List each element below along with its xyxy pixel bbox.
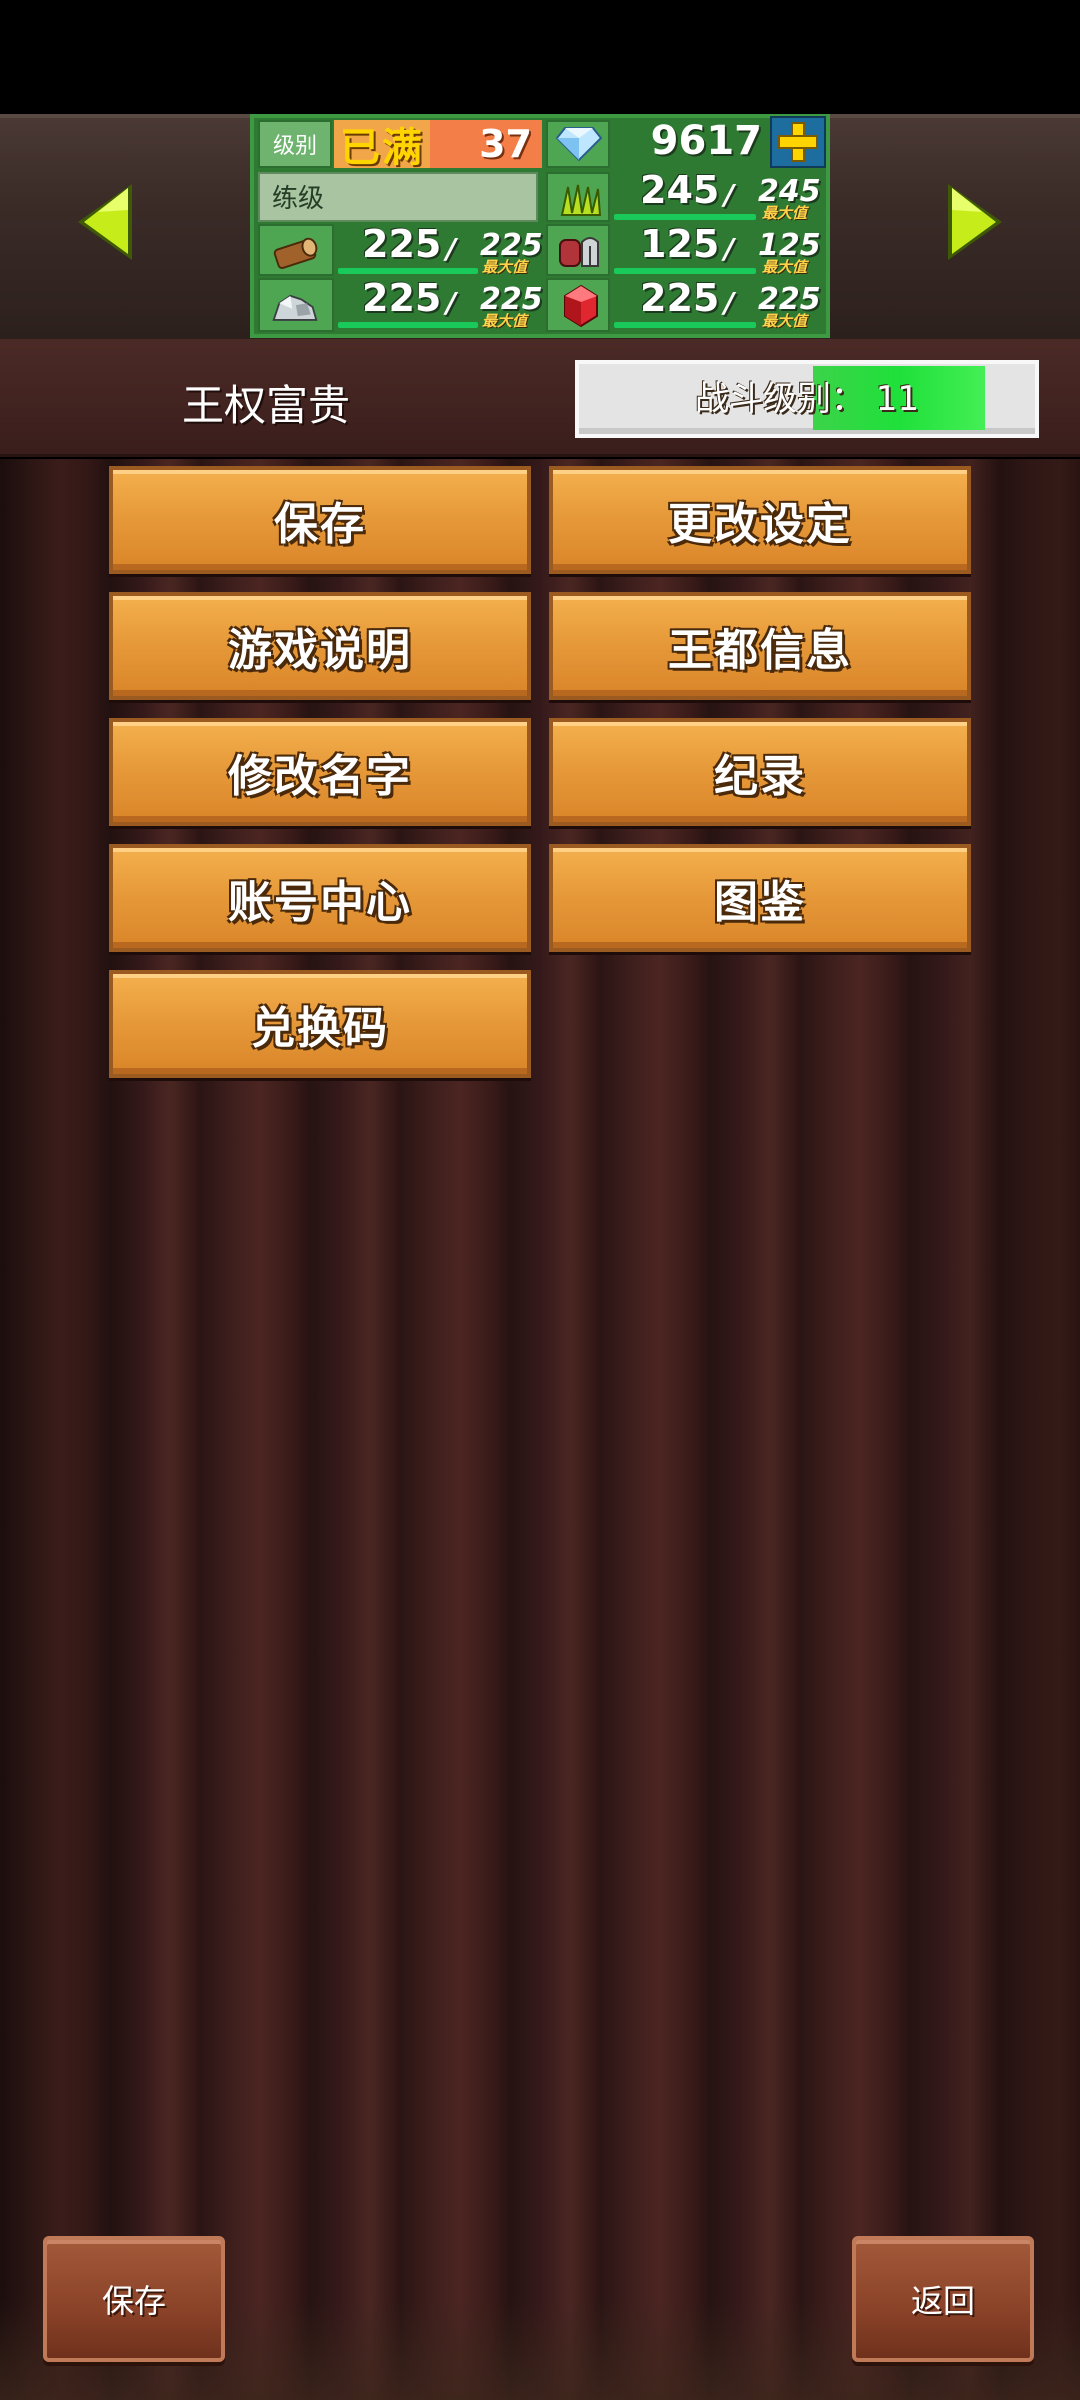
status-bar [0,0,1080,114]
gem-count: 9617 [650,118,762,164]
footer-save-button[interactable]: 保存 [43,2236,225,2362]
grass-icon [556,182,606,218]
grass-bar [614,214,756,220]
crystal-value: 225 [640,276,720,320]
diamond-icon [554,126,604,162]
wood-cell [258,224,334,276]
red-gem-icon [556,284,606,328]
grass-cell [546,172,610,222]
crystal-slash: / [724,286,735,319]
stone-max-label: 最大值 [482,312,528,330]
crystal-bar [614,322,756,328]
rename-button[interactable]: 修改名字 [109,718,531,826]
plus-icon [778,122,818,162]
level-maxed-badge: 已满 [334,120,430,171]
food-bar [614,268,756,274]
records-button[interactable]: 纪录 [549,718,971,826]
wood-value: 225 [362,222,442,266]
encyclopedia-button[interactable]: 图鉴 [549,844,971,952]
gem-cell [546,120,610,168]
stone-bar [338,322,478,328]
crystal-cell [546,278,610,332]
wood-max-label: 最大值 [482,258,528,276]
save-button[interactable]: 保存 [109,466,531,574]
wood-slash: / [446,232,457,265]
kingdom-name: 王权富贵 [182,381,351,430]
capital-info-button[interactable]: 王都信息 [549,592,971,700]
training-label: 练级 [258,172,538,222]
account-center-button[interactable]: 账号中心 [109,844,531,952]
food-slash: / [724,232,735,265]
stone-value: 225 [362,276,442,320]
food-cell [546,224,610,276]
game-help-button[interactable]: 游戏说明 [109,592,531,700]
ore-icon [270,288,320,324]
stone-cell [258,278,334,332]
crystal-max-label: 最大值 [762,312,808,330]
change-settings-button[interactable]: 更改设定 [549,466,971,574]
wood-bar [338,268,478,274]
meat-icon [556,234,606,270]
previous-arrow-icon[interactable] [74,180,136,264]
wood-log-icon [270,234,320,270]
food-value: 125 [640,222,720,266]
grass-slash: / [724,178,735,211]
grass-max-label: 最大值 [762,204,808,222]
food-max-label: 最大值 [762,258,808,276]
battle-level-box: 战斗级别： 11 [575,360,1039,438]
redeem-code-button[interactable]: 兑换码 [109,970,531,1078]
level-label: 级别 [258,120,332,168]
level-value: 37 [430,120,542,168]
grass-value: 245 [640,168,720,212]
stone-slash: / [446,286,457,319]
add-gems-button[interactable] [770,116,826,168]
next-arrow-icon[interactable] [944,180,1006,264]
battle-level-text: 战斗级别： 11 [694,379,920,419]
back-button[interactable]: 返回 [852,2236,1034,2362]
